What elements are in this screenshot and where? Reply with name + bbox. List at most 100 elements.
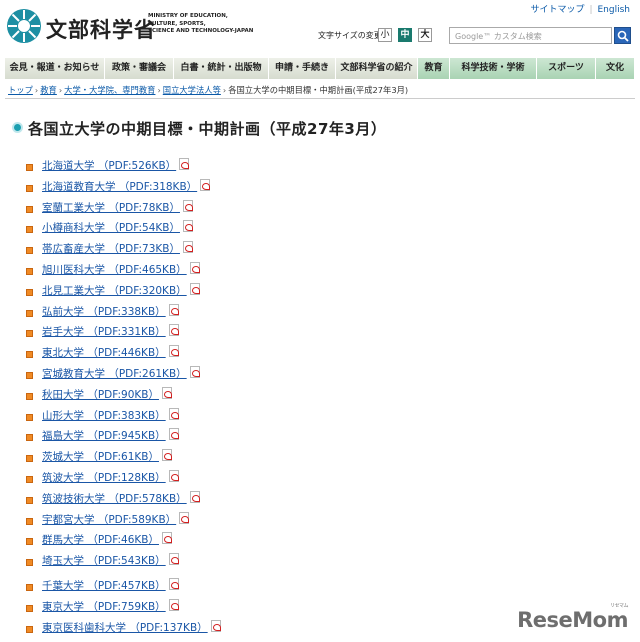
nav-sports[interactable]: スポーツ [537,58,596,79]
university-link-text: 宇都宮大学 （PDF:589KB） [42,513,177,526]
nav-culture[interactable]: 文化 [596,58,635,79]
university-pdf-link[interactable]: 秋田大学 （PDF:90KB） [42,386,172,402]
ministry-logo-english: MINISTRY OF EDUCATION, CULTURE, SPORTS, … [148,13,254,34]
university-link-text: 宮城教育大学 （PDF:261KB） [42,368,187,380]
university-link-text: 北海道教育大学 （PDF:318KB） [42,180,198,193]
breadcrumb-education[interactable]: 教育 [40,85,57,95]
font-size-label: 文字サイズの変更 [318,31,382,40]
university-pdf-link[interactable]: 小樽商科大学 （PDF:54KB） [42,220,193,235]
breadcrumb-university[interactable]: 大学・大学院、専門教育 [64,85,155,95]
search-button[interactable] [614,27,631,44]
nav-press[interactable]: 会見・報道・お知らせ [5,58,105,79]
page-title: 各国立大学の中期目標・中期計画（平成27年3月） [28,120,387,138]
pdf-icon [182,220,193,233]
pdf-icon [161,386,172,399]
site-header: 文部科学省 MINISTRY OF EDUCATION, CULTURE, SP… [0,0,640,56]
university-pdf-link[interactable]: 岩手大学 （PDF:331KB） [42,324,179,339]
university-pdf-link[interactable]: 旭川医科大学 （PDF:465KB） [42,262,200,277]
university-pdf-link[interactable]: 筑波大学 （PDF:128KB） [42,470,179,485]
font-size-large-button[interactable]: 大 [418,28,432,42]
university-pdf-link[interactable]: 北海道教育大学 （PDF:318KB） [42,178,211,194]
university-pdf-link[interactable]: 帯広畜産大学 （PDF:73KB） [42,241,193,256]
university-link-text: 小樽商科大学 （PDF:54KB） [42,222,180,235]
university-pdf-link[interactable]: 茨城大学 （PDF:61KB） [42,449,172,464]
ministry-logo-icon[interactable] [6,8,42,44]
english-link[interactable]: English [598,5,631,15]
breadcrumb-national-university[interactable]: 国立大学法人等 [163,85,221,95]
pdf-icon [182,199,193,212]
nav-about[interactable]: 文部科学省の紹介 [336,58,418,79]
search-input[interactable]: Google™ カスタム検索 [449,27,612,44]
university-pdf-link[interactable]: 北見工業大学 （PDF:320KB） [42,282,200,298]
university-pdf-link[interactable]: 東北大学 （PDF:446KB） [42,345,179,360]
university-pdf-link[interactable]: 宮城教育大学 （PDF:261KB） [42,366,200,381]
pdf-icon [189,490,200,503]
university-link-text: 埼玉大学 （PDF:543KB） [42,555,166,568]
university-pdf-link[interactable]: 千葉大学 （PDF:457KB） [42,578,179,593]
university-link-text: 秋田大学 （PDF:90KB） [42,388,159,401]
orange-bullet-icon [26,604,33,612]
nav-science[interactable]: 科学技術・学術 [450,58,537,79]
top-links: サイトマップ | English [530,5,631,15]
university-link-text: 山形大学 （PDF:383KB） [42,409,166,422]
global-nav: 会見・報道・お知らせ 政策・審議会 白書・統計・出版物 申請・手続き 文部科学省… [5,58,635,79]
pdf-icon [210,619,221,632]
pdf-icon [161,532,172,545]
university-pdf-link[interactable]: 弘前大学 （PDF:338KB） [42,303,179,319]
university-link-text: 群馬大学 （PDF:46KB） [42,534,159,547]
orange-bullet-icon [26,434,33,442]
sitemap-link[interactable]: サイトマップ [530,5,584,15]
orange-bullet-icon [26,184,33,192]
orange-bullet-icon [26,496,33,504]
breadcrumb-top[interactable]: トップ [8,85,33,95]
pdf-icon [189,282,200,295]
pdf-icon [168,470,179,482]
university-pdf-link[interactable]: 筑波技術大学 （PDF:578KB） [42,490,200,506]
university-pdf-link[interactable]: 北海道大学 （PDF:526KB） [42,158,190,173]
orange-bullet-icon [26,205,33,213]
pdf-icon [182,241,193,254]
pdf-icon [168,407,179,420]
university-link-text: 北見工業大学 （PDF:320KB） [42,284,187,297]
orange-bullet-icon [26,625,33,633]
orange-bullet-icon [26,351,33,359]
university-link-text: 千葉大学 （PDF:457KB） [42,580,166,592]
university-pdf-link[interactable]: 埼玉大学 （PDF:543KB） [42,553,179,568]
university-link-text: 福島大学 （PDF:945KB） [42,430,166,443]
university-link-text: 東北大学 （PDF:446KB） [42,347,166,360]
university-pdf-link[interactable]: 山形大学 （PDF:383KB） [42,407,179,423]
orange-bullet-icon [26,455,33,463]
orange-bullet-icon [26,517,33,525]
pdf-icon [168,303,179,316]
nav-applications[interactable]: 申請・手続き [269,58,336,79]
university-pdf-link[interactable]: 宇都宮大学 （PDF:589KB） [42,511,190,527]
university-pdf-link[interactable]: 東京大学 （PDF:759KB） [42,598,179,614]
pdf-icon [168,553,179,566]
orange-bullet-icon [26,309,33,317]
orange-bullet-icon [26,413,33,421]
pdf-icon [179,158,190,170]
search-icon [617,30,629,42]
university-pdf-link[interactable]: 室蘭工業大学 （PDF:78KB） [42,199,193,215]
university-link-text: 室蘭工業大学 （PDF:78KB） [42,201,180,214]
nav-policy[interactable]: 政策・審議会 [105,58,174,79]
pdf-icon [168,324,179,337]
university-link-text: 弘前大学 （PDF:338KB） [42,305,166,318]
university-link-text: 茨城大学 （PDF:61KB） [42,451,159,464]
font-size-small-button[interactable]: 小 [378,28,392,42]
orange-bullet-icon [26,164,33,171]
orange-bullet-icon [26,226,33,234]
university-pdf-link[interactable]: 福島大学 （PDF:945KB） [42,428,179,443]
university-pdf-link[interactable]: 群馬大学 （PDF:46KB） [42,532,172,547]
university-pdf-link[interactable]: 東京医科歯科大学 （PDF:137KB） [42,619,221,635]
pdf-icon [189,366,200,378]
pdf-icon [168,598,179,611]
ministry-logo-text[interactable]: 文部科学省 [46,14,156,44]
university-link-text: 東京医科歯科大学 （PDF:137KB） [42,621,208,634]
orange-bullet-icon [26,268,33,275]
pdf-icon [168,428,179,441]
orange-bullet-icon [26,584,33,591]
nav-education[interactable]: 教育 [418,58,450,79]
font-size-medium-button[interactable]: 中 [398,28,412,42]
nav-white-papers[interactable]: 白書・統計・出版物 [174,58,269,79]
